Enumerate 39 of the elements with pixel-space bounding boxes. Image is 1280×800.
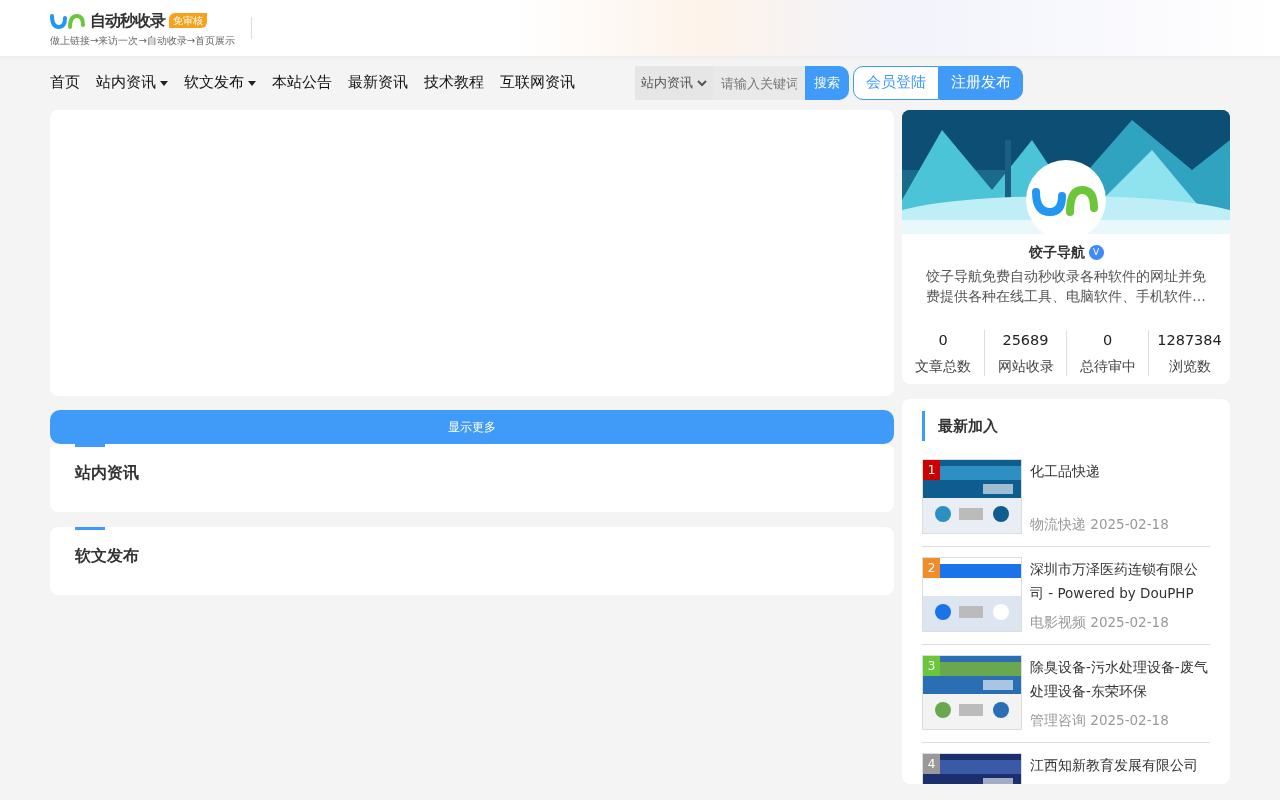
nav-link[interactable]: 本站公告 [272,72,332,94]
profile-name: 饺子导航 [1028,243,1085,262]
nav-link[interactable]: 首页 [50,72,80,94]
stat-label: 总待审中 [1078,356,1137,376]
nav-link[interactable]: 最新资讯 [348,72,408,94]
logo-icon [50,12,86,29]
rank-badge: 4 [923,754,940,775]
nav-link[interactable]: 软文发布 [184,72,256,94]
rank-badge: 3 [923,656,940,677]
stat-value: 25689 [1001,331,1050,351]
nav-link[interactable]: 技术教程 [424,72,484,94]
item-meta: 电影视频 2025-02-18 [1030,612,1170,632]
site-link[interactable]: 化工品快递 [1030,459,1169,484]
item-meta: 管理咨询 2025-02-18 [1030,710,1170,730]
search-field[interactable]: 请输入关键词 [713,66,805,100]
stat-label: 文章总数 [914,356,972,376]
stat-value: 0 [937,331,949,351]
item-meta: 物流快递 2025-02-18 [1030,514,1169,534]
stat-label: 网站收录 [996,356,1055,376]
site-link[interactable]: 深圳市万泽医药连锁有限公司 - Powered by DouPHP [1030,557,1210,606]
logo-slogan: 做上链接→来访一次→自动收录→首页展示 [50,33,236,48]
logo-badge: 免审核 [169,13,207,28]
verified-badge: V [1088,245,1104,260]
section-title: 软文发布 [75,527,869,581]
chevron-down-icon [697,79,707,87]
section-title: 站内资讯 [75,444,869,498]
site-link[interactable]: 江西知新教育发展有限公司 [1030,753,1198,778]
section-title: 最新加入 [922,411,1210,442]
logo-text: 自动秒收录 [90,9,165,32]
nav-link[interactable]: 站内资讯 [96,72,168,94]
rank-badge: 2 [923,558,940,579]
stat-label: 浏览数 [1167,356,1212,376]
stat-value: 1287384 [1156,331,1223,351]
stat-value: 0 [1101,331,1114,351]
nav-link[interactable]: 互联网资讯 [500,72,575,94]
profile-description: 饺子导航免费自动秒收录各种软件的网址并免费提供各种在线工具、电脑软件、手机软件… [925,267,1207,306]
site-link[interactable]: 除臭设备-污水处理设备-废气处理设备-东荣环保 [1030,655,1210,704]
category-select[interactable]: 站内资讯 [635,66,713,100]
rank-badge: 1 [923,460,940,481]
